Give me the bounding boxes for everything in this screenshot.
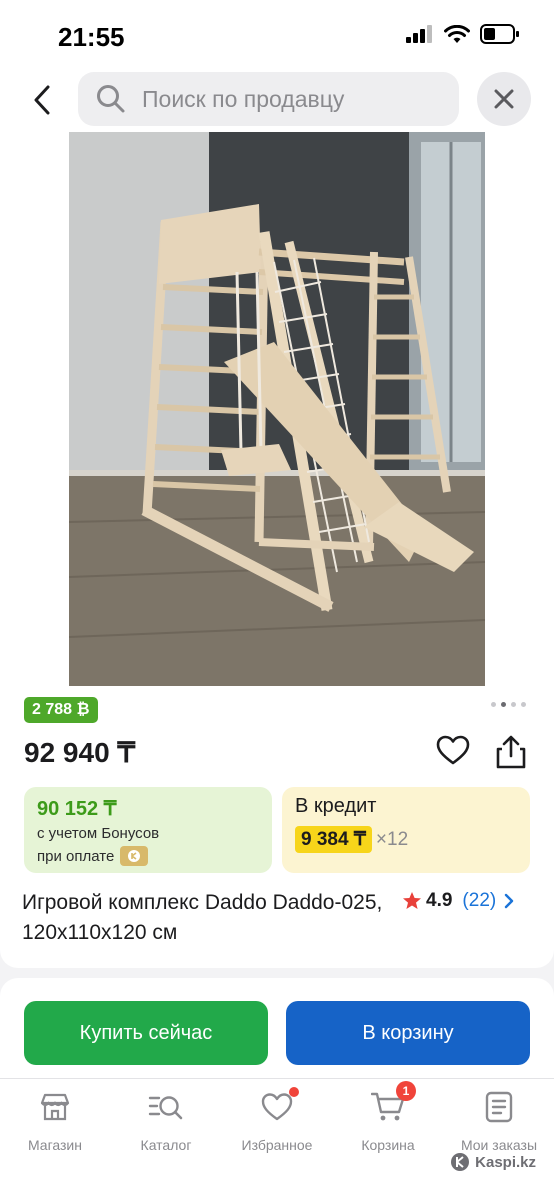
- gallery-pagination: [491, 702, 526, 707]
- kaspi-logo-icon: [451, 1153, 470, 1171]
- kaspi-pay-icon: [120, 846, 149, 866]
- product-info-card: 2 788 ₿ 92 940 ₸ 90 152 ₸ с учетом Бонус…: [0, 690, 554, 968]
- star-icon: [403, 892, 421, 909]
- share-button[interactable]: [494, 734, 530, 772]
- reviews-count[interactable]: (22): [462, 890, 496, 912]
- rating-value: 4.9: [426, 890, 453, 911]
- wooden-play-complex-image: [69, 132, 485, 686]
- tab-store[interactable]: Магазин: [0, 1087, 110, 1153]
- heart-icon: [257, 1087, 299, 1127]
- search-placeholder: Поиск по продавцу: [142, 85, 345, 112]
- product-gallery[interactable]: [0, 132, 554, 690]
- tab-label: Корзина: [361, 1137, 415, 1153]
- product-photo[interactable]: [69, 132, 485, 686]
- bonus-line-2: при оплате: [37, 846, 259, 866]
- store-icon: [35, 1087, 75, 1127]
- favorite-button[interactable]: [436, 734, 472, 770]
- tab-favorites[interactable]: Избранное: [222, 1087, 332, 1153]
- battery-icon: [480, 24, 519, 44]
- credit-multiplier: ×12: [375, 828, 409, 850]
- orders-icon: [479, 1087, 519, 1127]
- add-to-cart-button[interactable]: В корзину: [286, 1001, 530, 1065]
- credit-title: В кредит: [295, 795, 377, 817]
- gallery-dot[interactable]: [521, 702, 526, 707]
- bonus-badge: 2 788 ₿: [24, 697, 98, 723]
- bonus-line-1-text: с учетом Бонусов: [37, 825, 160, 842]
- bonus-price-box[interactable]: 90 152 ₸ с учетом Бонусов при оплате: [24, 787, 272, 873]
- cart-count-badge: 1: [396, 1081, 416, 1101]
- heart-icon: [436, 735, 470, 765]
- close-icon: [494, 89, 514, 109]
- gallery-dot[interactable]: [511, 702, 516, 707]
- tab-label: Каталог: [140, 1137, 192, 1153]
- back-button[interactable]: [22, 78, 62, 122]
- share-icon: [496, 735, 526, 769]
- close-button[interactable]: [477, 72, 531, 126]
- gallery-dot-active[interactable]: [501, 702, 506, 707]
- action-bar: Купить сейчас В корзину: [0, 978, 554, 1078]
- tab-catalog[interactable]: Каталог: [111, 1087, 221, 1153]
- tab-label: Мои заказы: [460, 1137, 538, 1153]
- cellular-signal-icon: [406, 25, 432, 43]
- product-rating[interactable]: 4.9 (22): [402, 890, 514, 912]
- tab-label: Магазин: [27, 1137, 82, 1153]
- favorites-notification-dot: [289, 1087, 299, 1097]
- credit-row: 9 384 ₸ ×12: [295, 826, 517, 853]
- credit-monthly-amount: 9 384 ₸: [295, 826, 372, 853]
- cart-icon: 1: [368, 1081, 416, 1127]
- wifi-icon: [444, 24, 470, 43]
- chevron-left-icon: [34, 85, 50, 115]
- top-bar: Поиск по продавцу: [0, 70, 554, 132]
- status-icons: [406, 24, 520, 44]
- search-icon: [97, 85, 125, 113]
- search-input[interactable]: Поиск по продавцу: [78, 72, 459, 126]
- buy-now-button[interactable]: Купить сейчас: [24, 1001, 268, 1065]
- kaspi-watermark: Kaspi.kz: [450, 1152, 536, 1172]
- status-time: 21:55: [58, 22, 125, 52]
- status-bar: 21:55: [0, 0, 554, 70]
- product-price: 92 940 ₸: [24, 737, 136, 768]
- tab-label: Избранное: [241, 1137, 313, 1153]
- watermark-text: Kaspi.kz: [475, 1153, 536, 1171]
- bonus-line-1: с учетом Бонусов: [37, 825, 259, 842]
- product-title: Игровой комплекс Daddo Daddo-025, 120x11…: [22, 891, 383, 944]
- catalog-search-icon: [146, 1087, 186, 1127]
- bonus-price: 90 152 ₸: [37, 798, 117, 820]
- tab-cart[interactable]: 1 Корзина: [333, 1081, 443, 1153]
- gallery-dot[interactable]: [491, 702, 496, 707]
- chevron-right-icon: [505, 893, 514, 909]
- tab-my-orders[interactable]: Мои заказы: [444, 1087, 554, 1153]
- credit-box[interactable]: В кредит 9 384 ₸ ×12: [282, 787, 530, 873]
- bottom-tab-bar: Магазин Каталог Избранное 1 Корзина Мои …: [0, 1078, 554, 1200]
- bonus-line-2-text: при оплате: [37, 847, 115, 865]
